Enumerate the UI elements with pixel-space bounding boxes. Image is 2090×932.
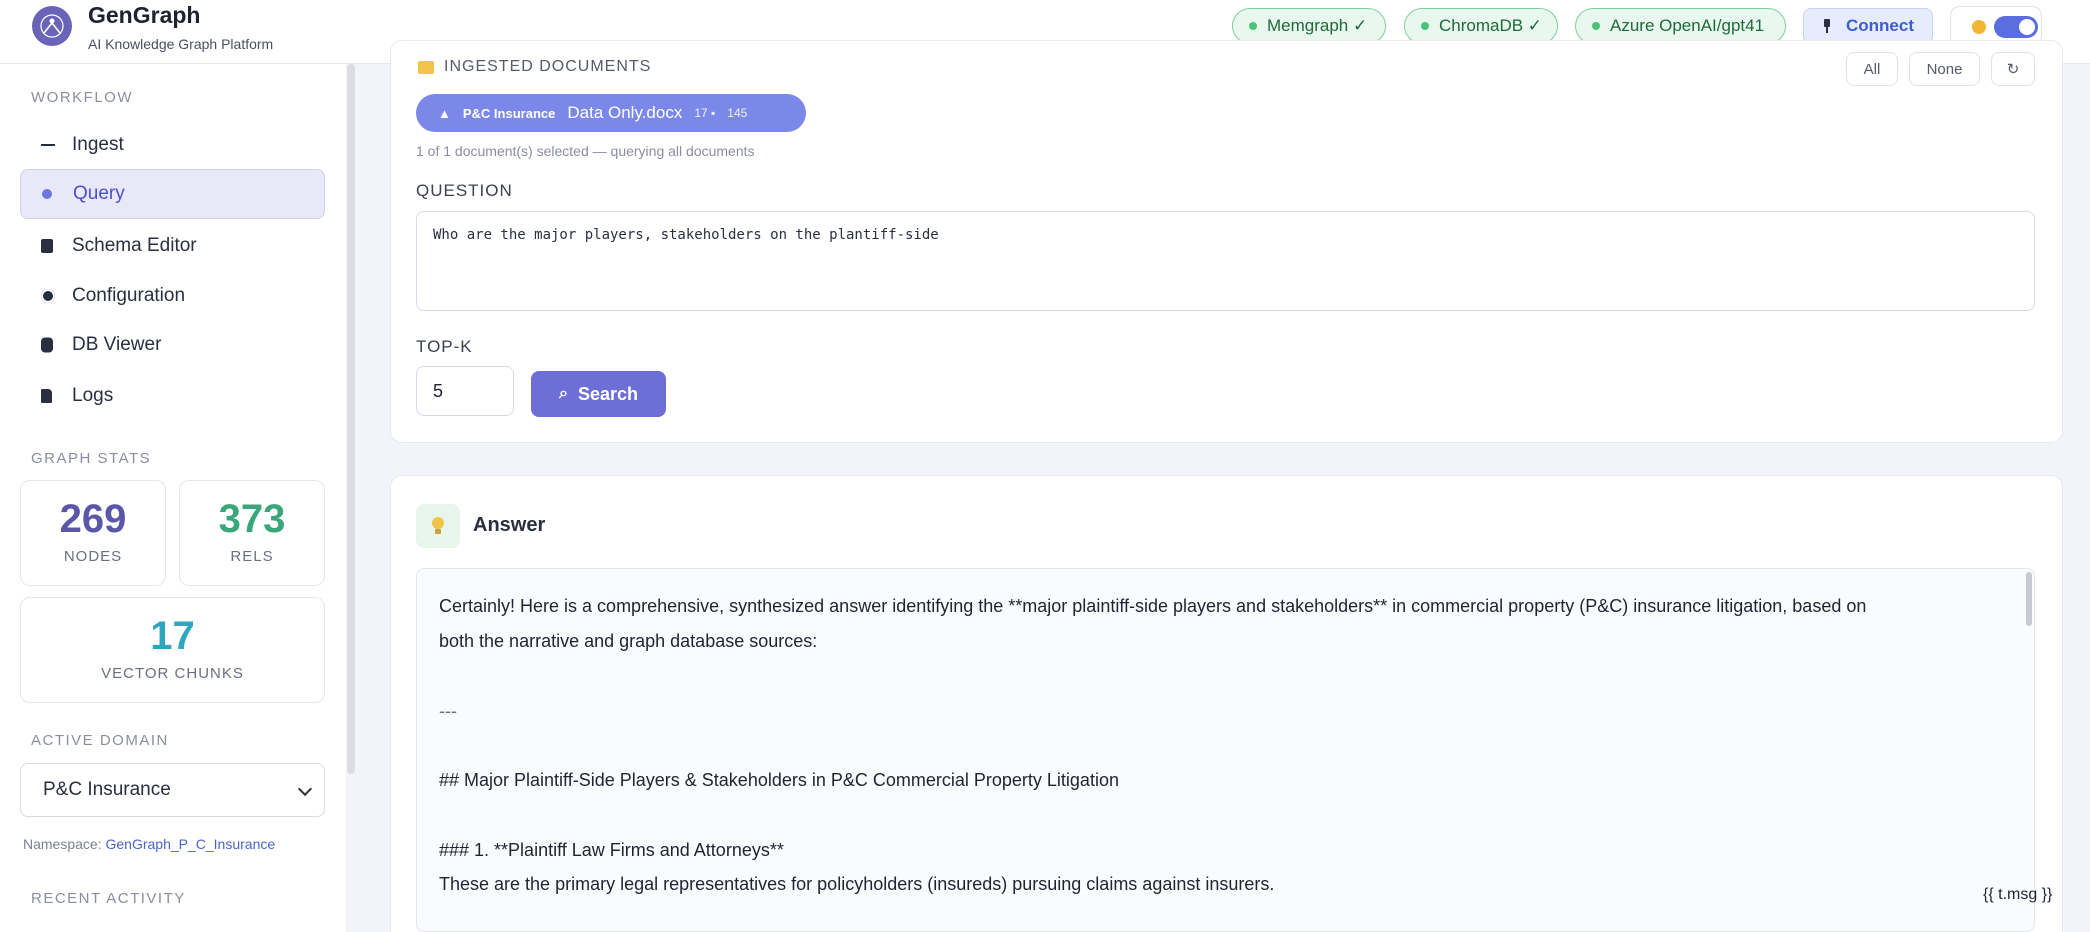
namespace-value: GenGraph_P_C_Insurance bbox=[105, 836, 276, 852]
sidebar-item-label: DB Viewer bbox=[72, 334, 162, 355]
nodes-count: 269 bbox=[59, 497, 127, 541]
document-chip[interactable]: ▲ P&C Insurance Data Only.docx 17 ▪ 145 bbox=[416, 94, 806, 132]
gear-icon bbox=[41, 289, 55, 303]
clipboard-icon bbox=[41, 239, 53, 253]
document-name: Data Only.docx bbox=[567, 103, 683, 122]
plug-icon bbox=[1824, 19, 1830, 33]
graph-logo-icon bbox=[40, 14, 64, 38]
status-dot-icon bbox=[1592, 22, 1600, 30]
nodes-stat-card: 269 NODES bbox=[20, 480, 166, 586]
vector-chunks-stat-card: 17 VECTOR CHUNKS bbox=[20, 597, 325, 703]
flame-icon: ▲ bbox=[438, 105, 451, 121]
answer-line: These are the primary legal representati… bbox=[439, 874, 1275, 894]
answer-line: Certainly! Here is a comprehensive, synt… bbox=[439, 596, 1867, 616]
sidebar-item-configuration[interactable]: Configuration bbox=[20, 271, 325, 321]
nodes-label: NODES bbox=[63, 548, 123, 565]
sidebar-item-label: Schema Editor bbox=[72, 235, 197, 256]
llm-status-label: Azure OpenAI/gpt41 bbox=[1610, 16, 1765, 35]
connect-label: Connect bbox=[1846, 16, 1914, 35]
search-button[interactable]: ⌕ Search bbox=[531, 371, 666, 417]
topk-input[interactable]: 5 bbox=[416, 366, 514, 416]
answer-title: Answer bbox=[473, 514, 546, 536]
document-node-count: 145 bbox=[727, 106, 748, 120]
topk-label: TOP-K bbox=[416, 337, 473, 356]
app-subtitle: AI Knowledge Graph Platform bbox=[88, 36, 274, 52]
selection-info: 1 of 1 document(s) selected — querying a… bbox=[416, 143, 755, 159]
document-chunk-count: 17 ▪ bbox=[694, 106, 715, 120]
answer-line: ### 1. **Plaintiff Law Firms and Attorne… bbox=[439, 840, 784, 860]
vector-chunks-count: 17 bbox=[150, 614, 195, 658]
vector-chunks-label: VECTOR CHUNKS bbox=[101, 665, 244, 682]
answer-line: --- bbox=[439, 701, 457, 721]
chromadb-status-pill[interactable]: ChromaDB ✓ bbox=[1404, 8, 1558, 44]
sidebar-item-label: Configuration bbox=[72, 285, 186, 306]
sun-icon bbox=[1972, 20, 1986, 34]
status-dot-icon bbox=[1421, 22, 1429, 30]
select-all-button[interactable]: All bbox=[1846, 52, 1898, 86]
llm-status-pill[interactable]: Azure OpenAI/gpt41 bbox=[1575, 8, 1786, 44]
sidebar-item-ingest[interactable]: Ingest bbox=[20, 120, 325, 170]
toggle-knob bbox=[2019, 19, 2035, 35]
sidebar-item-db-viewer[interactable]: DB Viewer bbox=[20, 320, 325, 370]
status-dot-icon bbox=[1249, 22, 1257, 30]
chunk-count-value: 17 bbox=[694, 106, 708, 120]
sidebar-item-label: Logs bbox=[72, 385, 114, 406]
rels-label: RELS bbox=[230, 548, 274, 565]
rels-count: 373 bbox=[218, 497, 286, 541]
folder-icon bbox=[418, 60, 434, 74]
app-title: GenGraph bbox=[88, 2, 201, 28]
document-icon bbox=[41, 389, 52, 403]
sidebar-item-schema-editor[interactable]: Schema Editor bbox=[20, 221, 325, 271]
lightbulb-icon bbox=[416, 504, 460, 548]
document-domain-tag: P&C Insurance bbox=[462, 105, 556, 121]
file-icon: ▪ bbox=[711, 106, 716, 120]
sidebar-item-query[interactable]: Query bbox=[20, 169, 325, 219]
select-none-button[interactable]: None bbox=[1909, 52, 1980, 86]
sidebar-item-label: Ingest bbox=[72, 134, 124, 155]
memgraph-status-label: Memgraph ✓ bbox=[1267, 16, 1368, 35]
sidebar-item-label: Query bbox=[73, 183, 125, 204]
chevron-down-icon bbox=[297, 781, 313, 797]
active-domain-select[interactable]: P&C Insurance bbox=[20, 763, 325, 817]
active-domain-label: ACTIVE DOMAIN bbox=[31, 732, 169, 749]
recent-activity-label: RECENT ACTIVITY bbox=[31, 890, 186, 907]
ingested-documents-label: INGESTED DOCUMENTS bbox=[418, 58, 651, 76]
question-textarea[interactable]: Who are the major players, stakeholders … bbox=[416, 211, 2035, 311]
answer-line: ## Major Plaintiff-Side Players & Stakeh… bbox=[439, 770, 1119, 790]
sidebar-item-logs[interactable]: Logs bbox=[20, 371, 325, 421]
sidebar-scrollbar[interactable] bbox=[347, 64, 355, 774]
chromadb-status-label: ChromaDB ✓ bbox=[1439, 16, 1543, 35]
memgraph-status-pill[interactable]: Memgraph ✓ bbox=[1232, 8, 1386, 44]
theme-toggle[interactable] bbox=[1994, 16, 2038, 38]
namespace-info: Namespace: GenGraph_P_C_Insurance bbox=[23, 836, 275, 852]
graph-stats-label: GRAPH STATS bbox=[31, 450, 152, 467]
dot-icon bbox=[42, 189, 52, 199]
minus-icon bbox=[41, 144, 55, 146]
ingested-documents-text: INGESTED DOCUMENTS bbox=[444, 58, 652, 75]
refresh-button[interactable]: ↻ bbox=[1991, 52, 2035, 86]
answer-content[interactable]: Certainly! Here is a comprehensive, synt… bbox=[416, 568, 2035, 932]
answer-line: both the narrative and graph database so… bbox=[439, 631, 818, 651]
question-label: QUESTION bbox=[416, 181, 513, 200]
rels-stat-card: 373 RELS bbox=[179, 480, 325, 586]
search-label: Search bbox=[577, 383, 638, 404]
answer-scrollbar[interactable] bbox=[2026, 572, 2032, 626]
active-domain-value: P&C Insurance bbox=[43, 779, 171, 800]
template-placeholder-text: {{ t.msg }} bbox=[1983, 886, 2053, 903]
app-logo bbox=[32, 6, 72, 46]
database-icon bbox=[41, 337, 53, 353]
connect-button[interactable]: Connect bbox=[1803, 8, 1933, 44]
namespace-prefix: Namespace: bbox=[23, 836, 102, 852]
search-icon: ⌕ bbox=[558, 385, 568, 402]
workflow-section-label: WORKFLOW bbox=[31, 89, 133, 106]
